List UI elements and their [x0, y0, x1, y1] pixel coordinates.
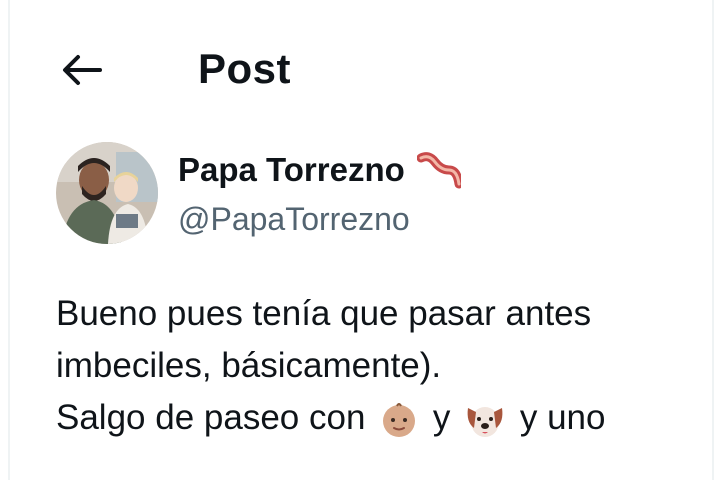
author-display-name[interactable]: Papa Torrezno	[178, 150, 405, 190]
post-text: Bueno pues tenía que pasar antes imbecil…	[56, 288, 720, 444]
post-text-segment: Salgo de paseo con	[56, 398, 366, 437]
author-handle[interactable]: @PapaTorrezno	[178, 199, 410, 239]
author-avatar[interactable]	[56, 142, 158, 244]
post-text-line-3: Salgo de paseo con y y uno	[56, 392, 720, 444]
arrow-left-icon	[63, 55, 102, 85]
bacon-emoji	[416, 152, 461, 189]
back-button[interactable]	[52, 40, 112, 100]
post-text-segment: y uno	[519, 398, 606, 437]
post-text-line-2: imbeciles, básicamente).	[56, 346, 442, 385]
author-name-row: Papa Torrezno	[178, 148, 461, 192]
avatar-photo	[56, 142, 158, 244]
post-text-segment: y	[432, 398, 451, 437]
page-title: Post	[198, 45, 292, 92]
baby-face-emoji	[383, 402, 416, 437]
post-text-line-1: Bueno pues tenía que pasar antes	[56, 294, 592, 333]
dog-face-emoji	[467, 406, 503, 437]
column-left-border	[8, 0, 10, 480]
